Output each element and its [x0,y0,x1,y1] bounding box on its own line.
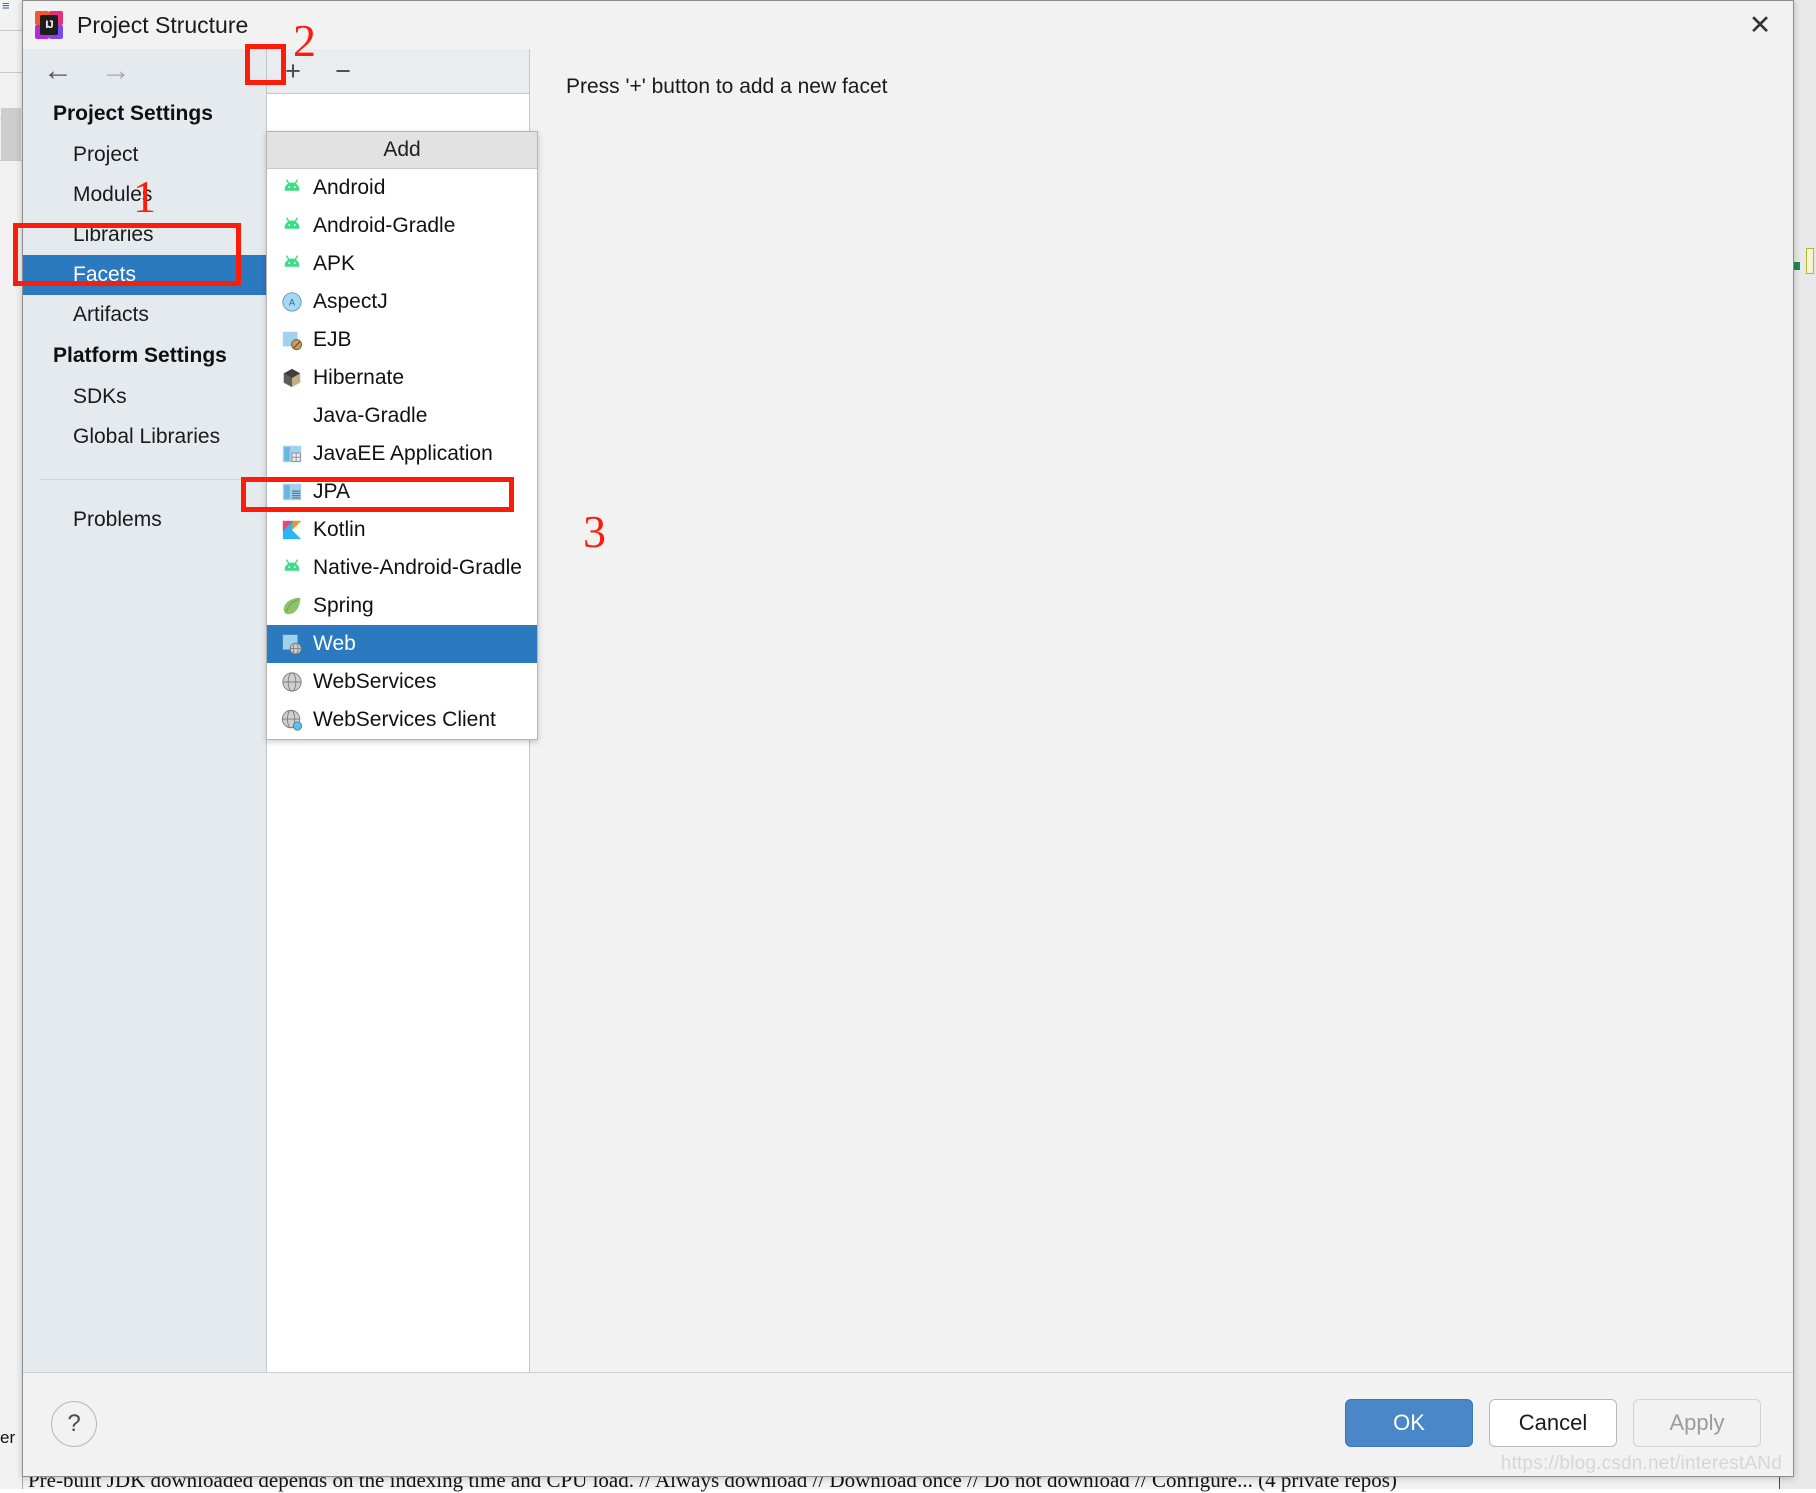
apply-button: Apply [1633,1399,1761,1447]
sidebar-navigation: ← → [23,49,266,93]
background-gutter-glyph: ≡ [2,0,10,13]
dialog-title: Project Structure [77,11,249,38]
project-structure-dialog: IJ Project Structure ✕ ← → Project Setti… [22,0,1794,1477]
add-facet-item-label: Web [313,632,356,655]
sidebar-divider [41,479,242,480]
sidebar-item-project[interactable]: Project [23,135,266,175]
jpa-icon [281,481,303,503]
settings-sidebar: ← → Project Settings Project Modules Lib… [23,49,267,1373]
add-facet-item-android[interactable]: Android [267,169,537,207]
sidebar-item-modules[interactable]: Modules [23,175,266,215]
sidebar-item-libraries[interactable]: Libraries [23,215,266,255]
android-icon [281,253,303,275]
ok-button[interactable]: OK [1345,1399,1473,1447]
add-facet-item-label: Java-Gradle [313,404,428,427]
none [281,405,303,427]
sidebar-item-sdks[interactable]: SDKs [23,377,266,417]
remove-facet-button[interactable]: − [323,52,363,90]
sidebar-group-platform-settings: Platform Settings [53,344,227,367]
background-scrollbar-thumb[interactable] [1,108,21,160]
add-facet-item-kotlin[interactable]: Kotlin [267,511,537,549]
dialog-titlebar: IJ Project Structure ✕ [23,1,1793,49]
add-facet-item-label: Kotlin [313,518,366,541]
add-facet-item-label: EJB [313,328,352,351]
add-facet-item-label: JPA [313,480,350,503]
background-marker-yellow [1806,248,1814,274]
android-icon [281,557,303,579]
svg-text:A: A [289,298,296,308]
add-facet-item-native-android-gradle[interactable]: Native-Android-Gradle [267,549,537,587]
add-facet-item-label: Android-Gradle [313,214,456,237]
sidebar-item-problems[interactable]: Problems [23,500,266,540]
add-facet-item-label: Hibernate [313,366,405,389]
background-gutter-tick [0,72,22,73]
add-facet-item-apk[interactable]: APK [267,245,537,283]
add-facet-item-ejb[interactable]: EJB [267,321,537,359]
add-facet-item-label: AspectJ [313,290,388,313]
facet-detail-hint: Press '+' button to add a new facet [566,75,888,98]
forward-icon[interactable]: → [101,56,131,86]
add-facet-button[interactable]: + [273,52,313,90]
add-facet-item-aspectj[interactable]: A AspectJ [267,283,537,321]
add-facet-item-java-gradle[interactable]: Java-Gradle [267,397,537,435]
background-edge-text: er [0,1428,16,1447]
add-facet-item-label: Android [313,176,386,199]
close-icon[interactable]: ✕ [1727,1,1793,49]
webservices-icon [281,671,303,693]
javaee-application-icon [281,443,303,465]
add-facet-item-label: JavaEE Application [313,442,493,465]
android-icon [281,177,303,199]
add-facet-item-label: WebServices [313,670,437,693]
kotlin-icon [281,519,303,541]
add-facet-item-javaee-application[interactable]: JavaEE Application [267,435,537,473]
hibernate-icon [281,367,303,389]
add-facet-item-label: Spring [313,594,374,617]
sidebar-item-artifacts[interactable]: Artifacts [23,295,266,335]
add-facet-popup-header: Add [267,132,537,169]
background-gutter-tick [0,160,22,161]
aspectj-icon: A [281,291,303,313]
webservices-client-icon [281,709,303,731]
background-left-gutter: ≡ [0,0,23,1489]
add-facet-popup: Add Android Android-Gradle APK A AspectJ EJB H… [266,131,538,740]
add-facet-item-jpa[interactable]: JPA [267,473,537,511]
add-facet-item-spring[interactable]: Spring [267,587,537,625]
add-facet-item-android-gradle[interactable]: Android-Gradle [267,207,537,245]
sidebar-group-project-settings: Project Settings [53,102,213,125]
ejb-icon [281,329,303,351]
add-facet-item-webservices[interactable]: WebServices [267,663,537,701]
web-icon [281,633,303,655]
add-facet-item-hibernate[interactable]: Hibernate [267,359,537,397]
cancel-button[interactable]: Cancel [1489,1399,1617,1447]
facets-toolbar: + − [267,49,529,93]
intellij-idea-logo-icon: IJ [35,11,63,39]
back-icon[interactable]: ← [43,56,73,86]
android-icon [281,215,303,237]
add-facet-item-label: APK [313,252,356,275]
sidebar-item-facets[interactable]: Facets [23,255,266,295]
background-gutter-tick [0,30,22,31]
spring-icon [281,595,303,617]
sidebar-item-global-libraries[interactable]: Global Libraries [23,417,266,457]
add-facet-item-label: WebServices Client [313,708,496,731]
add-facet-item-label: Native-Android-Gradle [313,556,522,579]
add-facet-item-webservices-client[interactable]: WebServices Client [267,701,537,739]
dialog-button-row: OK Cancel Apply [1345,1399,1761,1447]
dialog-footer: ? OK Cancel Apply [23,1372,1793,1476]
add-facet-item-web[interactable]: Web [267,625,537,663]
help-icon[interactable]: ? [51,1401,97,1447]
facet-detail-pane: Press '+' button to add a new facet [530,49,1793,1373]
